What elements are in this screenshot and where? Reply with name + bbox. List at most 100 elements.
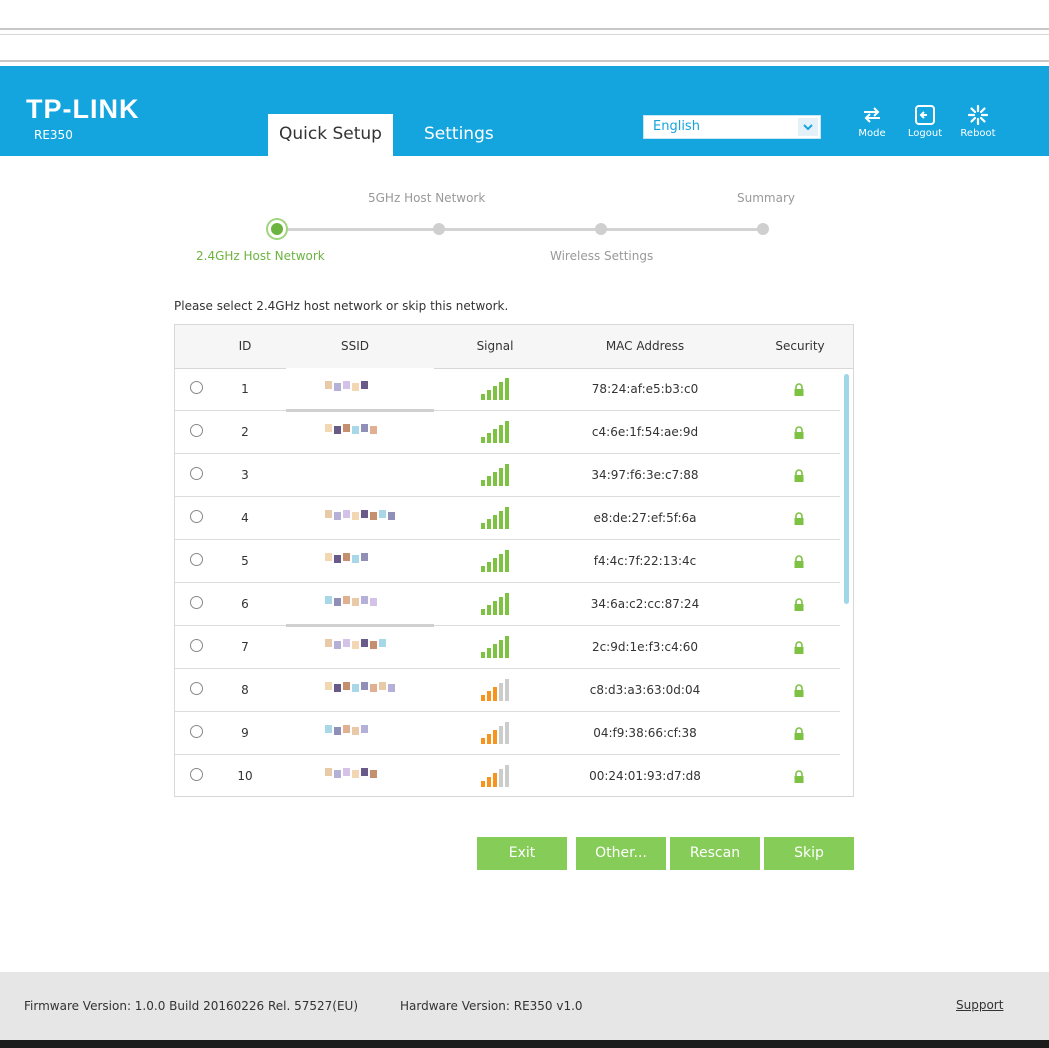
chevron-down-icon xyxy=(798,118,818,136)
signal-strength-icon xyxy=(481,507,509,529)
network-radio[interactable] xyxy=(190,510,203,523)
lock-icon xyxy=(794,641,804,654)
mac-address: e8:de:27:ef:5f:6a xyxy=(593,511,697,525)
mode-button[interactable]: Mode xyxy=(850,104,894,139)
network-radio[interactable] xyxy=(190,596,203,609)
table-row[interactable]: 10 00:24:01:93:d7:d8 xyxy=(175,755,840,796)
ssid-redacted xyxy=(325,553,368,563)
ssid-redacted xyxy=(325,725,368,735)
header-ssid: SSID xyxy=(340,339,369,353)
signal-strength-icon xyxy=(481,636,509,658)
model-name: RE350 xyxy=(34,128,73,142)
network-id: 5 xyxy=(241,554,249,568)
signal-strength-icon xyxy=(481,722,509,744)
network-id: 2 xyxy=(241,425,249,439)
mode-icon xyxy=(850,104,894,126)
network-radio[interactable] xyxy=(190,467,203,480)
language-value: English xyxy=(653,119,700,134)
lock-icon xyxy=(794,684,804,697)
table-row[interactable]: 7 2c:9d:1e:f3:c4:60 xyxy=(175,626,840,669)
mac-address: 78:24:af:e5:b3:c0 xyxy=(591,382,699,396)
reboot-button[interactable]: Reboot xyxy=(956,104,1000,139)
network-id: 4 xyxy=(241,511,249,525)
logout-button[interactable]: Logout xyxy=(903,104,947,139)
network-radio[interactable] xyxy=(190,725,203,738)
ssid-redacted xyxy=(325,424,377,434)
mode-label: Mode xyxy=(858,128,886,139)
reboot-icon xyxy=(956,104,1000,126)
header-security: Security xyxy=(775,339,825,353)
header-bar: TP-LINK RE350 Quick Setup Settings Engli… xyxy=(0,66,1049,156)
ssid-cell xyxy=(286,454,434,496)
table-row[interactable]: 9 04:f9:38:66:cf:38 xyxy=(175,712,840,755)
table-row[interactable]: 2 c4:6e:1f:54:ae:9d xyxy=(175,411,840,454)
progress-track xyxy=(277,228,763,231)
signal-strength-icon xyxy=(481,550,509,572)
logout-label: Logout xyxy=(907,128,943,139)
mac-address: c8:d3:a3:63:0d:04 xyxy=(589,683,701,697)
network-radio[interactable] xyxy=(190,424,203,437)
language-select[interactable]: English xyxy=(643,115,821,139)
lock-icon xyxy=(794,426,804,439)
mac-address: 34:6a:c2:cc:87:24 xyxy=(590,597,700,611)
step-dot-2-4ghz xyxy=(271,223,283,235)
network-radio[interactable] xyxy=(190,639,203,652)
network-radio[interactable] xyxy=(190,768,203,781)
header-id: ID xyxy=(238,339,252,353)
rescan-button[interactable]: Rescan xyxy=(670,837,760,870)
ssid-redacted xyxy=(325,381,368,391)
network-radio[interactable] xyxy=(190,682,203,695)
logout-icon xyxy=(903,104,947,126)
other-button[interactable]: Other... xyxy=(576,837,666,870)
signal-strength-icon xyxy=(481,765,509,787)
network-radio[interactable] xyxy=(190,553,203,566)
lock-icon xyxy=(794,598,804,611)
signal-strength-icon xyxy=(481,679,509,701)
table-row[interactable]: 6 34:6a:c2:cc:87:24 xyxy=(175,583,840,626)
hardware-version: Hardware Version: RE350 v1.0 xyxy=(400,999,583,1013)
step-label-5ghz: 5GHz Host Network xyxy=(368,191,486,205)
network-radio[interactable] xyxy=(190,381,203,394)
setup-progress-stepper: 5GHz Host Network Summary 2.4GHz Host Ne… xyxy=(0,156,1049,276)
table-row[interactable]: 1 78:24:af:e5:b3:c0 xyxy=(175,368,840,411)
step-label-2-4ghz: 2.4GHz Host Network xyxy=(196,249,325,263)
mac-address: 34:97:f6:3e:c7:88 xyxy=(591,468,699,482)
exit-button[interactable]: Exit xyxy=(477,837,567,870)
network-id: 3 xyxy=(241,468,249,482)
table-row[interactable]: 5 f4:4c:7f:22:13:4c xyxy=(175,540,840,583)
mac-address: c4:6e:1f:54:ae:9d xyxy=(591,425,699,439)
lock-icon xyxy=(794,770,804,783)
mac-address: 2c:9d:1e:f3:c4:60 xyxy=(591,640,699,654)
ssid-redacted xyxy=(325,768,377,778)
signal-strength-icon xyxy=(481,421,509,443)
lock-icon xyxy=(794,469,804,482)
footer: Firmware Version: 1.0.0 Build 20160226 R… xyxy=(0,972,1049,1040)
skip-button[interactable]: Skip xyxy=(764,837,854,870)
tab-settings[interactable]: Settings xyxy=(424,114,494,156)
network-table: ID SSID Signal MAC Address Security 1 78:… xyxy=(174,324,854,797)
support-link[interactable]: Support xyxy=(956,998,1003,1012)
table-row[interactable]: 3 34:97:f6:3e:c7:88 xyxy=(175,454,840,497)
step-label-summary: Summary xyxy=(737,191,795,205)
network-id: 9 xyxy=(241,726,249,740)
ssid-redacted xyxy=(325,639,386,649)
brand-logo: TP-LINK xyxy=(26,94,140,124)
table-header: ID SSID Signal MAC Address Security xyxy=(175,325,853,369)
lock-icon xyxy=(794,512,804,525)
header-mac: MAC Address xyxy=(605,339,685,353)
divider xyxy=(0,34,1049,35)
network-id: 10 xyxy=(237,769,253,783)
reboot-label: Reboot xyxy=(960,128,996,139)
table-row[interactable]: 4 e8:de:27:ef:5f:6a xyxy=(175,497,840,540)
firmware-version: Firmware Version: 1.0.0 Build 20160226 R… xyxy=(24,999,359,1013)
table-row[interactable]: 8 c8:d3:a3:63:0d:04 xyxy=(175,669,840,712)
step-dot-summary xyxy=(757,223,769,235)
header-signal: Signal xyxy=(476,339,514,353)
signal-strength-icon xyxy=(481,378,509,400)
lock-icon xyxy=(794,727,804,740)
signal-strength-icon xyxy=(481,593,509,615)
table-scrollbar[interactable] xyxy=(844,374,849,604)
tab-quick-setup[interactable]: Quick Setup xyxy=(268,114,393,156)
network-id: 6 xyxy=(241,597,249,611)
browser-top-area xyxy=(0,0,1049,66)
